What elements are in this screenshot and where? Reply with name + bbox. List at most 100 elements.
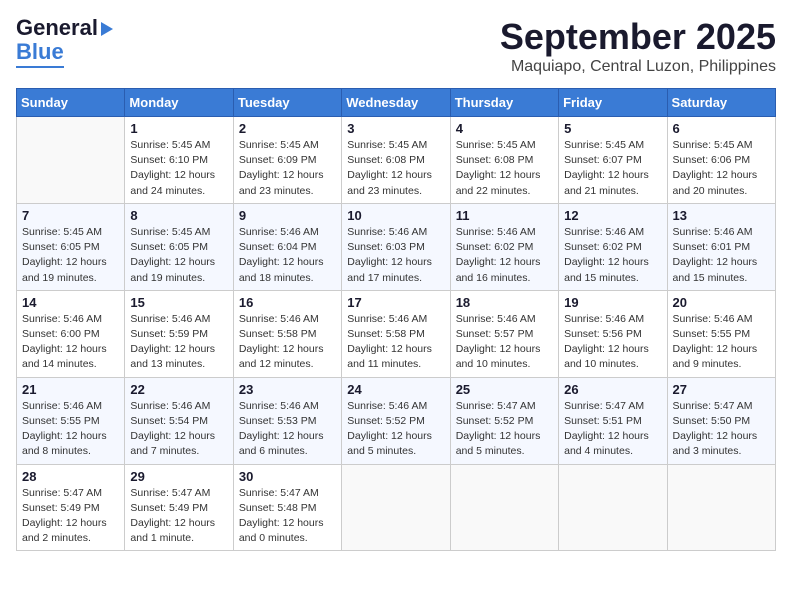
calendar-cell: 3 Sunrise: 5:45 AMSunset: 6:08 PMDaylight…: [342, 117, 450, 204]
calendar-cell: 19 Sunrise: 5:46 AMSunset: 5:56 PMDayligh…: [559, 290, 667, 377]
month-title: September 2025: [500, 16, 776, 58]
day-number: 21: [22, 382, 119, 397]
calendar-cell: 26Sunrise: 5:47 AMSunset: 5:51 PMDayligh…: [559, 377, 667, 464]
day-number: 16: [239, 295, 336, 310]
day-info: Sunrise: 5:46 AMSunset: 6:00 PMDaylight:…: [22, 312, 119, 373]
calendar-cell: [342, 464, 450, 551]
day-number: 27: [673, 382, 770, 397]
col-header-saturday: Saturday: [667, 89, 775, 117]
day-info: Sunrise: 5:45 AMSunset: 6:05 PMDaylight:…: [22, 225, 119, 286]
day-info: Sunrise: 5:45 AMSunset: 6:10 PMDaylight:…: [130, 138, 227, 199]
col-header-thursday: Thursday: [450, 89, 558, 117]
calendar-cell: 15Sunrise: 5:46 AMSunset: 5:59 PMDayligh…: [125, 290, 233, 377]
calendar-week-3: 14 Sunrise: 5:46 AMSunset: 6:00 PMDayligh…: [17, 290, 776, 377]
day-info: Sunrise: 5:46 AMSunset: 5:58 PMDaylight:…: [239, 312, 336, 373]
logo-blue: Blue: [16, 40, 64, 68]
day-info: Sunrise: 5:47 AMSunset: 5:52 PMDaylight:…: [456, 399, 553, 460]
calendar-week-2: 7 Sunrise: 5:45 AMSunset: 6:05 PMDaylight…: [17, 203, 776, 290]
page-header: General Blue September 2025 Maquiapo, Ce…: [16, 16, 776, 76]
calendar-cell: 20 Sunrise: 5:46 AMSunset: 5:55 PMDayligh…: [667, 290, 775, 377]
day-number: 12: [564, 208, 661, 223]
day-number: 24: [347, 382, 444, 397]
calendar-cell: 9 Sunrise: 5:46 AMSunset: 6:04 PMDaylight…: [233, 203, 341, 290]
day-info: Sunrise: 5:46 AMSunset: 5:56 PMDaylight:…: [564, 312, 661, 373]
day-info: Sunrise: 5:47 AMSunset: 5:49 PMDaylight:…: [22, 486, 119, 547]
calendar-cell: [17, 117, 125, 204]
calendar-cell: 4 Sunrise: 5:45 AMSunset: 6:08 PMDaylight…: [450, 117, 558, 204]
calendar-cell: 8 Sunrise: 5:45 AMSunset: 6:05 PMDaylight…: [125, 203, 233, 290]
calendar-cell: 14 Sunrise: 5:46 AMSunset: 6:00 PMDayligh…: [17, 290, 125, 377]
calendar-cell: [559, 464, 667, 551]
day-number: 29: [130, 469, 227, 484]
day-info: Sunrise: 5:46 AMSunset: 6:02 PMDaylight:…: [564, 225, 661, 286]
day-info: Sunrise: 5:47 AMSunset: 5:49 PMDaylight:…: [130, 486, 227, 547]
day-info: Sunrise: 5:46 AMSunset: 6:03 PMDaylight:…: [347, 225, 444, 286]
calendar-cell: 12 Sunrise: 5:46 AMSunset: 6:02 PMDayligh…: [559, 203, 667, 290]
day-info: Sunrise: 5:46 AMSunset: 5:52 PMDaylight:…: [347, 399, 444, 460]
day-number: 22: [130, 382, 227, 397]
logo-text: General: [16, 16, 113, 40]
day-number: 30: [239, 469, 336, 484]
calendar-cell: 16 Sunrise: 5:46 AMSunset: 5:58 PMDayligh…: [233, 290, 341, 377]
day-info: Sunrise: 5:47 AMSunset: 5:50 PMDaylight:…: [673, 399, 770, 460]
location-title: Maquiapo, Central Luzon, Philippines: [500, 58, 776, 76]
calendar-cell: 13 Sunrise: 5:46 AMSunset: 6:01 PMDayligh…: [667, 203, 775, 290]
day-info: Sunrise: 5:46 AMSunset: 5:55 PMDaylight:…: [22, 399, 119, 460]
day-info: Sunrise: 5:46 AMSunset: 6:02 PMDaylight:…: [456, 225, 553, 286]
calendar-cell: [667, 464, 775, 551]
day-number: 2: [239, 121, 336, 136]
day-number: 7: [22, 208, 119, 223]
calendar-week-1: 1 Sunrise: 5:45 AMSunset: 6:10 PMDaylight…: [17, 117, 776, 204]
day-info: Sunrise: 5:45 AMSunset: 6:07 PMDaylight:…: [564, 138, 661, 199]
day-info: Sunrise: 5:45 AMSunset: 6:09 PMDaylight:…: [239, 138, 336, 199]
calendar-body: 1 Sunrise: 5:45 AMSunset: 6:10 PMDaylight…: [17, 117, 776, 551]
day-number: 6: [673, 121, 770, 136]
day-number: 23: [239, 382, 336, 397]
calendar-table: SundayMondayTuesdayWednesdayThursdayFrid…: [16, 88, 776, 551]
day-info: Sunrise: 5:45 AMSunset: 6:06 PMDaylight:…: [673, 138, 770, 199]
calendar-cell: 29 Sunrise: 5:47 AMSunset: 5:49 PMDayligh…: [125, 464, 233, 551]
col-header-monday: Monday: [125, 89, 233, 117]
day-number: 1: [130, 121, 227, 136]
day-info: Sunrise: 5:46 AMSunset: 5:55 PMDaylight:…: [673, 312, 770, 373]
calendar-cell: 18Sunrise: 5:46 AMSunset: 5:57 PMDayligh…: [450, 290, 558, 377]
day-number: 13: [673, 208, 770, 223]
day-number: 19: [564, 295, 661, 310]
day-info: Sunrise: 5:46 AMSunset: 6:01 PMDaylight:…: [673, 225, 770, 286]
calendar-cell: 2 Sunrise: 5:45 AMSunset: 6:09 PMDaylight…: [233, 117, 341, 204]
calendar-cell: [450, 464, 558, 551]
day-info: Sunrise: 5:45 AMSunset: 6:08 PMDaylight:…: [456, 138, 553, 199]
day-info: Sunrise: 5:46 AMSunset: 5:53 PMDaylight:…: [239, 399, 336, 460]
day-number: 26: [564, 382, 661, 397]
day-number: 9: [239, 208, 336, 223]
day-number: 5: [564, 121, 661, 136]
calendar-cell: 17 Sunrise: 5:46 AMSunset: 5:58 PMDayligh…: [342, 290, 450, 377]
day-number: 3: [347, 121, 444, 136]
calendar-cell: 1 Sunrise: 5:45 AMSunset: 6:10 PMDaylight…: [125, 117, 233, 204]
day-info: Sunrise: 5:46 AMSunset: 5:59 PMDaylight:…: [130, 312, 227, 373]
calendar-cell: 28Sunrise: 5:47 AMSunset: 5:49 PMDayligh…: [17, 464, 125, 551]
col-header-friday: Friday: [559, 89, 667, 117]
day-number: 8: [130, 208, 227, 223]
day-number: 4: [456, 121, 553, 136]
day-number: 17: [347, 295, 444, 310]
calendar-cell: 21 Sunrise: 5:46 AMSunset: 5:55 PMDayligh…: [17, 377, 125, 464]
day-info: Sunrise: 5:46 AMSunset: 6:04 PMDaylight:…: [239, 225, 336, 286]
col-header-wednesday: Wednesday: [342, 89, 450, 117]
day-number: 25: [456, 382, 553, 397]
day-info: Sunrise: 5:46 AMSunset: 5:57 PMDaylight:…: [456, 312, 553, 373]
calendar-cell: 6 Sunrise: 5:45 AMSunset: 6:06 PMDaylight…: [667, 117, 775, 204]
day-info: Sunrise: 5:46 AMSunset: 5:58 PMDaylight:…: [347, 312, 444, 373]
day-number: 14: [22, 295, 119, 310]
calendar-week-5: 28Sunrise: 5:47 AMSunset: 5:49 PMDayligh…: [17, 464, 776, 551]
title-block: September 2025 Maquiapo, Central Luzon, …: [500, 16, 776, 76]
day-info: Sunrise: 5:45 AMSunset: 6:08 PMDaylight:…: [347, 138, 444, 199]
day-info: Sunrise: 5:45 AMSunset: 6:05 PMDaylight:…: [130, 225, 227, 286]
day-number: 20: [673, 295, 770, 310]
col-header-tuesday: Tuesday: [233, 89, 341, 117]
day-info: Sunrise: 5:47 AMSunset: 5:48 PMDaylight:…: [239, 486, 336, 547]
calendar-cell: 24 Sunrise: 5:46 AMSunset: 5:52 PMDayligh…: [342, 377, 450, 464]
calendar-cell: 10Sunrise: 5:46 AMSunset: 6:03 PMDayligh…: [342, 203, 450, 290]
calendar-cell: 27 Sunrise: 5:47 AMSunset: 5:50 PMDayligh…: [667, 377, 775, 464]
calendar-cell: 25 Sunrise: 5:47 AMSunset: 5:52 PMDayligh…: [450, 377, 558, 464]
